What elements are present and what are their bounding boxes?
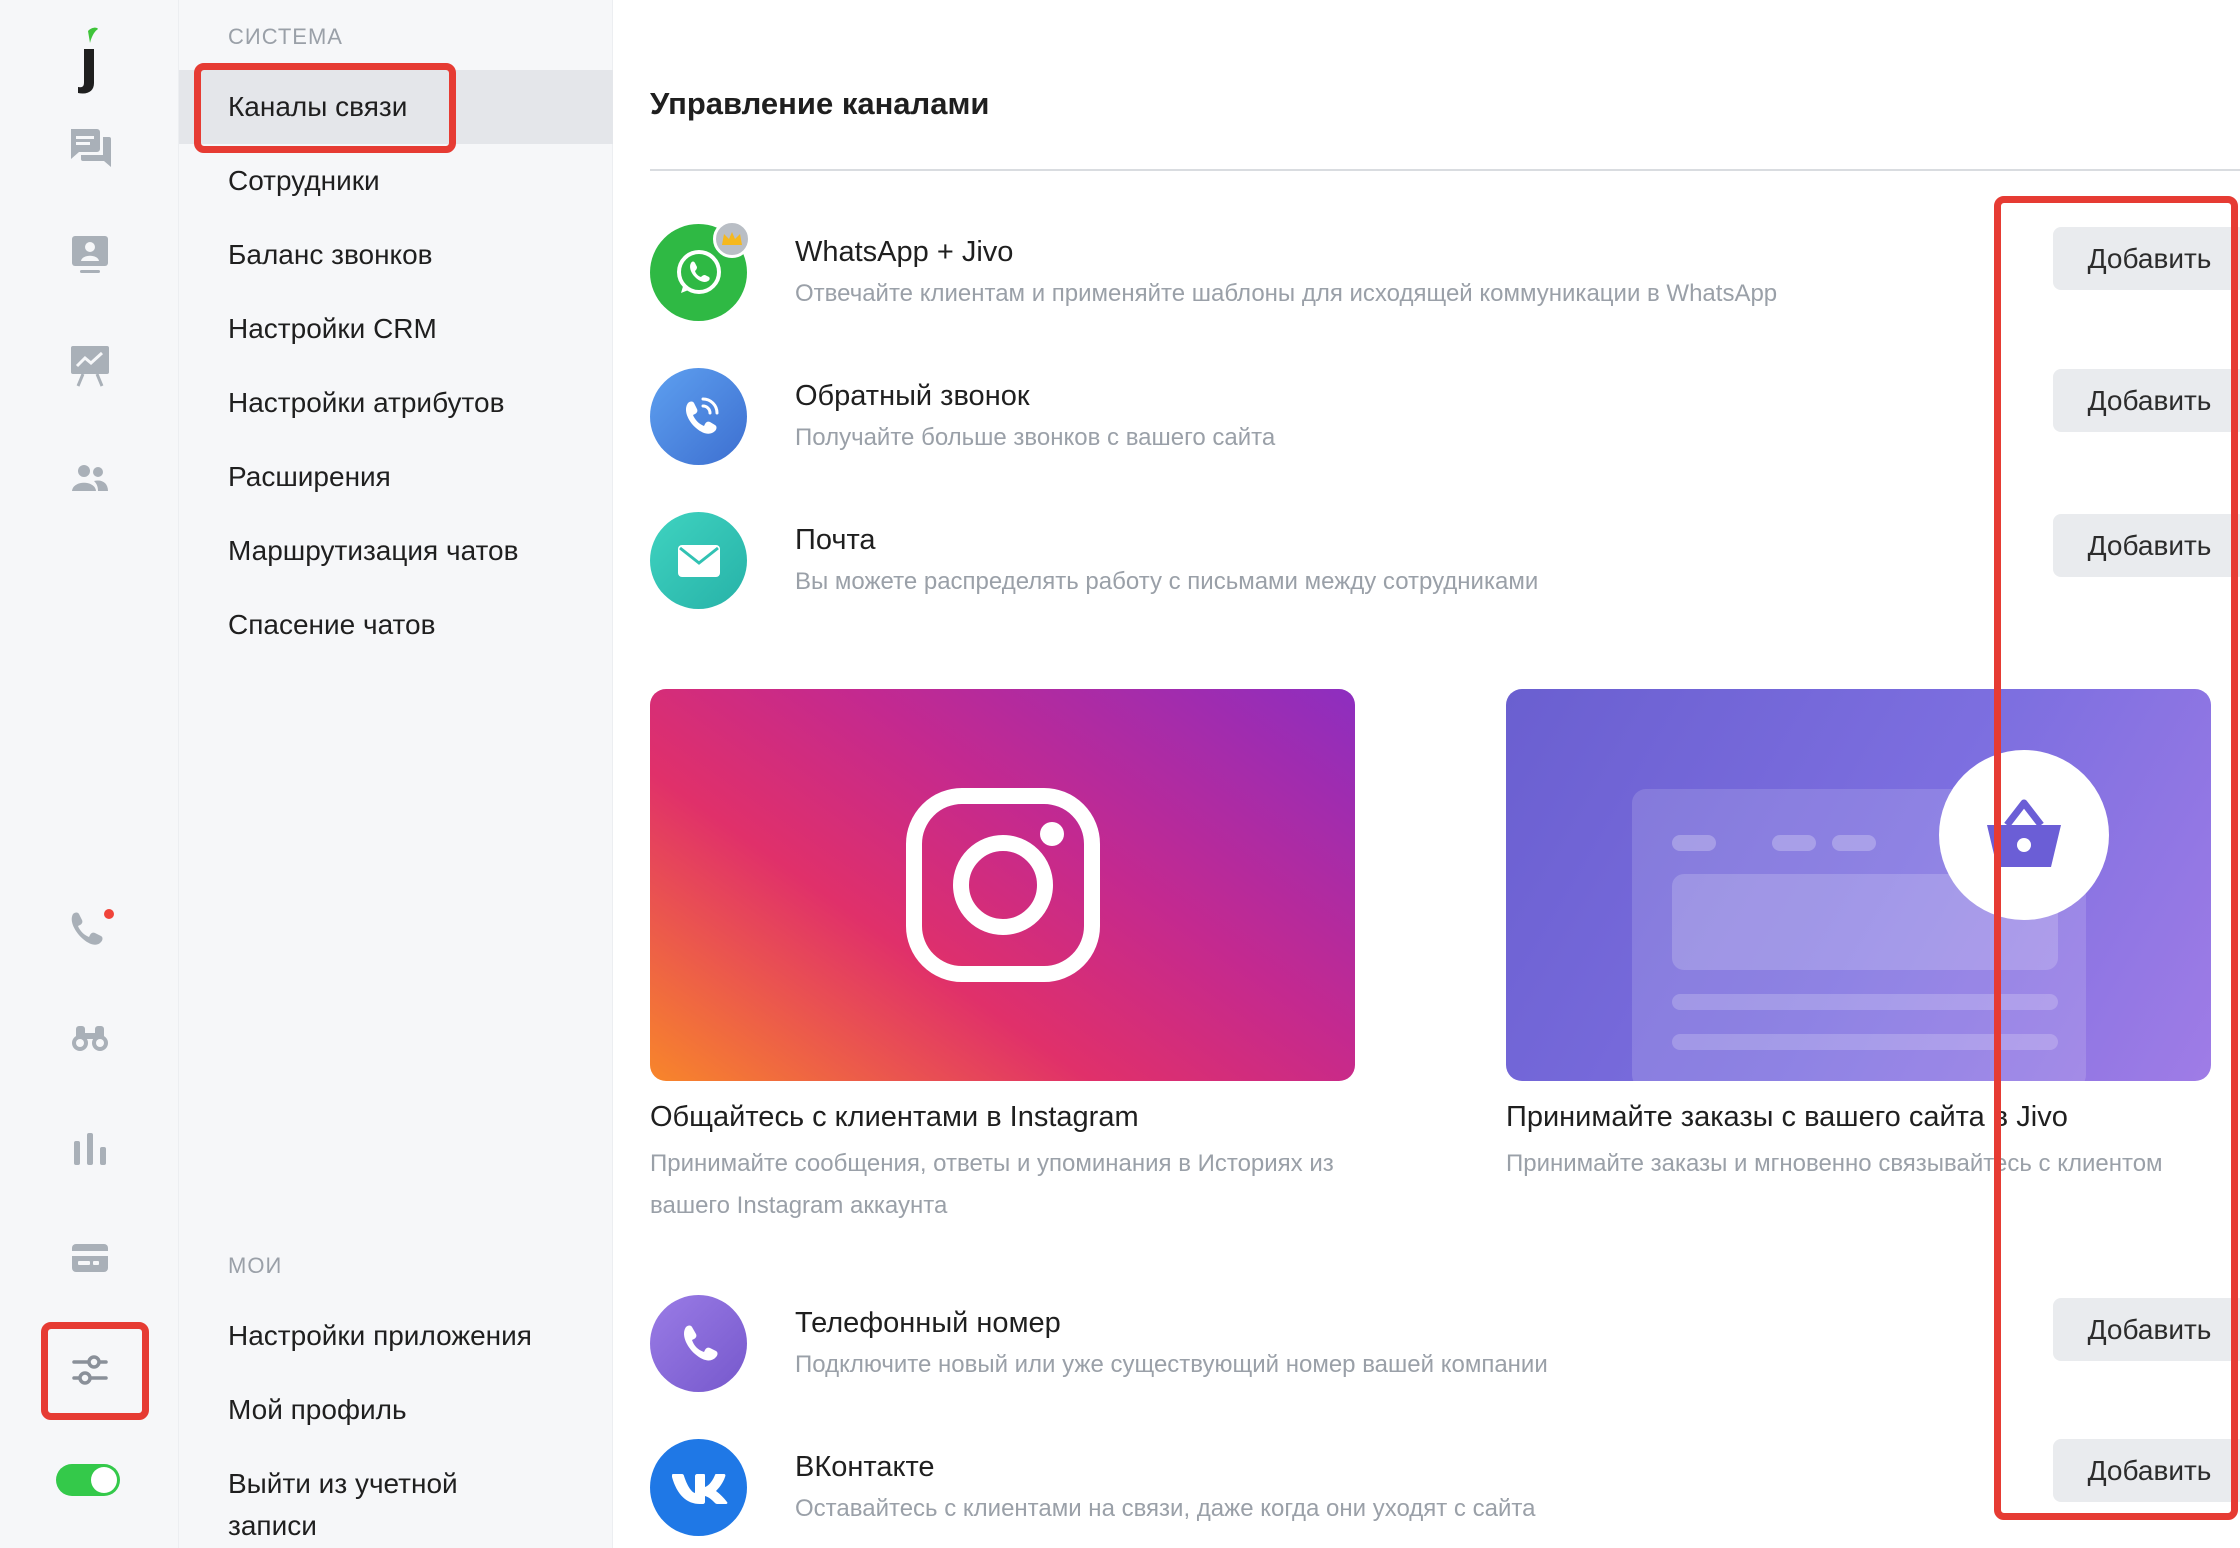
- nav-section-system: СИСТЕМА: [228, 24, 343, 49]
- channel-row-whatsapp: WhatsApp + Jivo Отвечайте клиентам и при…: [650, 220, 2240, 334]
- icon-rail: [0, 0, 179, 1548]
- basket-bubble: [1939, 750, 2109, 920]
- rail-settings[interactable]: [50, 1330, 130, 1410]
- nav-item-extensions[interactable]: Расширения: [179, 440, 613, 514]
- shopping-basket-icon: [1987, 799, 2061, 867]
- nav-item-app-settings[interactable]: Настройки приложения: [179, 1299, 613, 1373]
- premium-crown-icon: [713, 220, 751, 258]
- nav-item-employees[interactable]: Сотрудники: [179, 144, 613, 218]
- settings-nav: СИСТЕМА Каналы связи Сотрудники Баланс з…: [179, 0, 613, 1548]
- jivo-logo[interactable]: [50, 20, 130, 100]
- phone-icon: [71, 909, 114, 945]
- promo-description: Принимайте заказы и мгновенно связывайте…: [1506, 1150, 2163, 1177]
- nav-item-logout[interactable]: Выйти из учетной записи: [179, 1463, 499, 1548]
- nav-item-attribute-settings[interactable]: Настройки атрибутов: [179, 366, 613, 440]
- rail-calls[interactable]: [50, 888, 130, 968]
- team-icon: [72, 465, 108, 491]
- add-vk-button[interactable]: Добавить: [2053, 1439, 2240, 1502]
- channel-row-phone-number: Телефонный номер Подключите новый или уж…: [650, 1295, 2240, 1405]
- nav-item-my-profile[interactable]: Мой профиль: [179, 1373, 613, 1447]
- channel-row-callback: Обратный звонок Получайте больше звонков…: [650, 368, 2240, 478]
- rail-reports[interactable]: [50, 326, 130, 406]
- add-callback-button[interactable]: Добавить: [2053, 369, 2240, 432]
- rail-chats[interactable]: [50, 108, 130, 188]
- nav-section-mine: МОИ: [228, 1253, 283, 1278]
- channel-title: Телефонный номер: [795, 1307, 1061, 1339]
- promo-title: Общайтесь с клиентами в Instagram: [650, 1101, 1139, 1133]
- instagram-icon: [906, 788, 1100, 982]
- add-whatsapp-button[interactable]: Добавить: [2053, 227, 2240, 290]
- rail-monitoring[interactable]: [50, 998, 130, 1078]
- rail-visitors[interactable]: [50, 216, 130, 296]
- nav-item-logout-label: Выйти из учетной записи: [228, 1468, 458, 1541]
- channel-title: Почта: [795, 524, 876, 556]
- channel-description: Получайте больше звонков с вашего сайта: [795, 424, 1276, 451]
- promo-instagram[interactable]: Общайтесь с клиентами в Instagram Приним…: [650, 689, 1355, 1219]
- analytics-bars-icon: [74, 1133, 106, 1165]
- channel-description: Оставайтесь с клиентами на связи, даже к…: [795, 1495, 1536, 1522]
- whatsapp-icon: [650, 220, 751, 321]
- nav-item-chat-rescue[interactable]: Спасение чатов: [179, 588, 613, 662]
- vk-icon: [650, 1439, 747, 1536]
- channel-description: Отвечайте клиентам и применяйте шаблоны …: [795, 280, 1778, 307]
- promo-description: Принимайте сообщения, ответы и упоминани…: [650, 1150, 1334, 1219]
- rail-analytics[interactable]: [50, 1108, 130, 1188]
- shop-orders-banner[interactable]: [1506, 689, 2211, 1081]
- main-content: Управление каналами WhatsApp + Jivo Отве…: [614, 0, 2240, 1548]
- billing-card-icon: [72, 1244, 108, 1272]
- channel-description: Вы можете распределять работу с письмами…: [795, 568, 1539, 595]
- missed-call-badge: [104, 909, 114, 919]
- title-divider: [650, 169, 2240, 171]
- jivo-logo-icon: [78, 27, 98, 94]
- add-phone-number-button[interactable]: Добавить: [2053, 1298, 2240, 1361]
- promo-shop-orders[interactable]: Принимайте заказы с вашего сайта в Jivo …: [1506, 689, 2211, 1177]
- chats-icon: [71, 129, 111, 167]
- callback-icon: [650, 368, 747, 465]
- rail-team[interactable]: [50, 438, 130, 518]
- channel-title: WhatsApp + Jivo: [795, 236, 1014, 268]
- mail-icon: [650, 512, 747, 609]
- reports-board-icon: [71, 346, 109, 387]
- channel-title: ВКонтакте: [795, 1451, 935, 1483]
- channel-row-mail: Почта Вы можете распределять работу с пи…: [650, 512, 2240, 622]
- settings-sliders-icon: [72, 1355, 108, 1385]
- channel-row-vk: ВКонтакте Оставайтесь с клиентами на свя…: [650, 1439, 2240, 1548]
- page-title: Управление каналами: [650, 86, 990, 121]
- binoculars-icon: [72, 1026, 108, 1051]
- nav-item-crm-settings[interactable]: Настройки CRM: [179, 292, 613, 366]
- channel-title: Обратный звонок: [795, 380, 1030, 412]
- rail-billing[interactable]: [50, 1218, 130, 1298]
- add-mail-button[interactable]: Добавить: [2053, 514, 2240, 577]
- nav-item-call-balance[interactable]: Баланс звонков: [179, 218, 613, 292]
- nav-item-channels[interactable]: Каналы связи: [179, 70, 613, 144]
- status-toggle[interactable]: [56, 1464, 120, 1496]
- promo-title: Принимайте заказы с вашего сайта в Jivo: [1506, 1101, 2068, 1133]
- channel-description: Подключите новый или уже существующий но…: [795, 1351, 1548, 1378]
- status-toggle-knob: [91, 1467, 117, 1493]
- instagram-banner[interactable]: [650, 689, 1355, 1081]
- phone-number-icon: [650, 1295, 747, 1392]
- visitors-icon: [72, 236, 108, 273]
- nav-item-chat-routing[interactable]: Маршрутизация чатов: [179, 514, 613, 588]
